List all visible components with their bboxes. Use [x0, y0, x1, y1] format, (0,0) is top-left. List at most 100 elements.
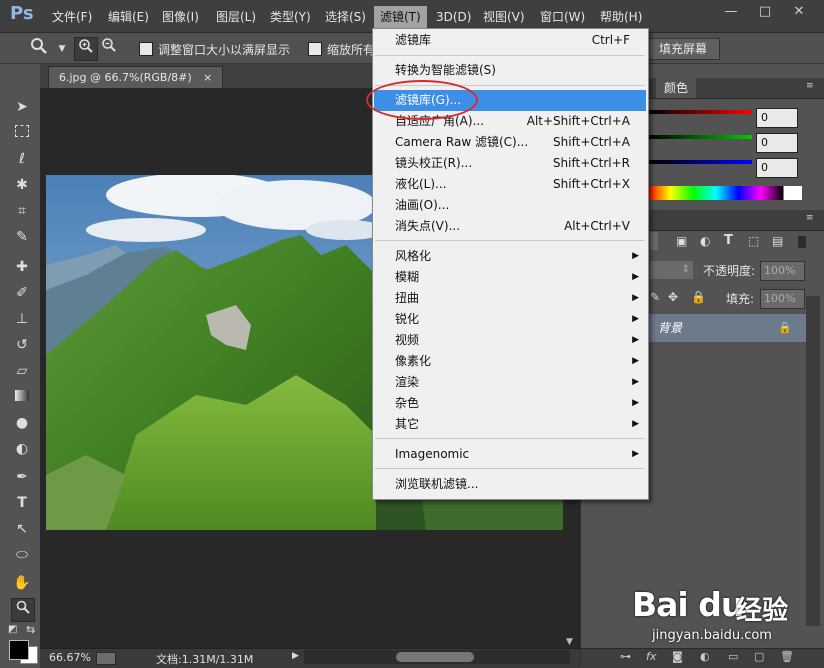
- default-colors-icon[interactable]: ◩: [8, 624, 17, 635]
- menu-item-camera-raw[interactable]: Camera Raw 滤镜(C)... Shift+Ctrl+A: [374, 132, 646, 153]
- type-tool-icon[interactable]: T: [11, 492, 33, 514]
- layers-scrollbar[interactable]: [806, 296, 820, 626]
- foreground-color-swatch[interactable]: [9, 640, 29, 660]
- red-value-field[interactable]: 0: [756, 108, 798, 128]
- filter-image-icon[interactable]: ▣: [676, 234, 687, 248]
- clone-stamp-tool-icon[interactable]: ⊥: [11, 308, 33, 330]
- menu-item-other[interactable]: 其它 ▶: [374, 414, 646, 435]
- move-tool-icon[interactable]: ➤: [11, 96, 33, 118]
- menu-item-video[interactable]: 视频 ▶: [374, 330, 646, 351]
- document-tab-close-icon[interactable]: ×: [203, 71, 212, 84]
- lock-all-icon[interactable]: 🔒: [691, 290, 706, 304]
- menu-item-render[interactable]: 渲染 ▶: [374, 372, 646, 393]
- restore-button[interactable]: □: [752, 4, 778, 20]
- gradient-tool-icon[interactable]: [11, 386, 33, 408]
- lock-pixels-icon[interactable]: ✎: [650, 290, 660, 304]
- green-value-field[interactable]: 0: [756, 133, 798, 153]
- menu-select[interactable]: 选择(S): [325, 8, 366, 26]
- menu-item-imagenomic[interactable]: Imagenomic ▶: [374, 444, 646, 465]
- dodge-tool-icon[interactable]: ◐: [11, 438, 33, 460]
- horizontal-scrollbar-thumb[interactable]: [396, 652, 474, 662]
- brush-tool-icon[interactable]: ✐: [11, 282, 33, 304]
- document-tab[interactable]: 6.jpg @ 66.7%(RGB/8#) ×: [48, 66, 224, 88]
- menu-view[interactable]: 视图(V): [483, 8, 525, 26]
- eyedropper-tool-icon[interactable]: ✎: [11, 226, 33, 248]
- eraser-tool-icon[interactable]: ▱: [11, 360, 33, 382]
- new-layer-icon[interactable]: ▢: [754, 650, 764, 663]
- red-slider[interactable]: [648, 110, 752, 114]
- menu-item-stylize[interactable]: 风格化 ▶: [374, 246, 646, 267]
- menu-item-liquify[interactable]: 液化(L)... Shift+Ctrl+X: [374, 174, 646, 195]
- ellipse-tool-icon[interactable]: ⬭: [11, 544, 33, 566]
- color-panel-menu-icon[interactable]: ≡: [806, 81, 814, 91]
- scroll-down-arrow-icon[interactable]: ▼: [566, 637, 573, 647]
- layer-mask-icon[interactable]: ◙: [672, 650, 683, 663]
- group-icon[interactable]: ▭: [728, 650, 738, 663]
- color-spectrum-bar[interactable]: [648, 186, 802, 200]
- menu-type[interactable]: 类型(Y): [270, 8, 311, 26]
- status-menu-arrow-icon[interactable]: ▶: [292, 651, 299, 661]
- menu-edit[interactable]: 编辑(E): [108, 8, 149, 26]
- link-layers-icon[interactable]: ⊶: [620, 650, 631, 663]
- menu-item-blur[interactable]: 模糊 ▶: [374, 267, 646, 288]
- layer-row-background[interactable]: 背景 🔒: [646, 314, 806, 342]
- filter-adjustment-icon[interactable]: ◐: [700, 234, 710, 248]
- menu-item-oil-paint[interactable]: 油画(O)...: [374, 195, 646, 216]
- zoom-in-icon[interactable]: [74, 37, 98, 61]
- filter-smart-object-icon[interactable]: ▤: [772, 234, 783, 248]
- filter-type-icon[interactable]: T: [724, 233, 733, 248]
- blend-mode-select[interactable]: ⇕: [650, 261, 693, 279]
- layers-panel-menu-icon[interactable]: ≡: [806, 213, 814, 223]
- close-window-button[interactable]: ✕: [786, 4, 812, 20]
- zoom-all-checkbox[interactable]: [308, 42, 322, 56]
- green-slider[interactable]: [648, 135, 752, 139]
- menu-item-last-filter[interactable]: 滤镜库 Ctrl+F: [374, 30, 646, 51]
- zoom-level[interactable]: 66.67%: [49, 651, 91, 664]
- magic-wand-tool-icon[interactable]: ✱: [11, 174, 33, 196]
- zoom-tool-icon[interactable]: [11, 598, 35, 622]
- lock-position-icon[interactable]: ✥: [668, 290, 678, 304]
- path-selection-tool-icon[interactable]: ↖: [11, 518, 33, 540]
- menu-item-browse-filters-online[interactable]: 浏览联机滤镜...: [374, 474, 646, 495]
- menu-help[interactable]: 帮助(H): [600, 8, 642, 26]
- menu-3d[interactable]: 3D(D): [436, 8, 471, 26]
- menu-window[interactable]: 窗口(W): [540, 8, 585, 26]
- color-panel-tab[interactable]: 颜色: [656, 78, 697, 98]
- filter-shape-icon[interactable]: ⬚: [748, 234, 759, 248]
- lasso-tool-icon[interactable]: ℓ: [11, 148, 33, 170]
- menu-item-sharpen[interactable]: 锐化 ▶: [374, 309, 646, 330]
- zoom-out-icon[interactable]: [98, 37, 120, 59]
- menu-item-convert-smart-filter[interactable]: 转换为智能滤镜(S): [374, 60, 646, 81]
- swap-colors-icon[interactable]: ⇆: [26, 623, 35, 636]
- blue-value-field[interactable]: 0: [756, 158, 798, 178]
- delete-layer-icon[interactable]: 🗑: [780, 650, 794, 663]
- status-info-icon[interactable]: [96, 652, 116, 665]
- menu-filter[interactable]: 滤镜(T): [374, 6, 427, 28]
- hand-tool-icon[interactable]: ✋: [11, 572, 33, 594]
- zoom-tool-preset-icon[interactable]: [28, 37, 50, 59]
- pen-tool-icon[interactable]: ✒: [11, 466, 33, 488]
- layer-style-icon[interactable]: fx: [646, 650, 656, 663]
- menu-item-noise[interactable]: 杂色 ▶: [374, 393, 646, 414]
- crop-tool-icon[interactable]: ⌗: [11, 200, 33, 222]
- opacity-field[interactable]: 100%: [760, 261, 805, 281]
- menu-layer[interactable]: 图层(L): [216, 8, 256, 26]
- history-brush-tool-icon[interactable]: ↺: [11, 334, 33, 356]
- healing-brush-tool-icon[interactable]: ✚: [11, 256, 33, 278]
- resize-windows-checkbox[interactable]: [139, 42, 153, 56]
- menu-image[interactable]: 图像(I): [162, 8, 199, 26]
- fill-screen-button[interactable]: 填充屏幕: [646, 38, 720, 60]
- adjustment-layer-icon[interactable]: ◐: [700, 650, 710, 663]
- layer-filter-kind[interactable]: [650, 232, 658, 250]
- blue-slider[interactable]: [648, 160, 752, 164]
- menu-item-pixelate[interactable]: 像素化 ▶: [374, 351, 646, 372]
- menu-item-lens-correction[interactable]: 镜头校正(R)... Shift+Ctrl+R: [374, 153, 646, 174]
- menu-item-vanishing-point[interactable]: 消失点(V)... Alt+Ctrl+V: [374, 216, 646, 237]
- marquee-tool-icon[interactable]: [11, 122, 33, 144]
- filter-toggle-icon[interactable]: [798, 236, 806, 248]
- preset-dropdown-icon[interactable]: ▼: [51, 38, 73, 60]
- blur-tool-icon[interactable]: ●: [11, 412, 33, 434]
- menu-item-distort[interactable]: 扭曲 ▶: [374, 288, 646, 309]
- minimize-button[interactable]: —: [718, 4, 744, 20]
- menu-file[interactable]: 文件(F): [52, 8, 92, 26]
